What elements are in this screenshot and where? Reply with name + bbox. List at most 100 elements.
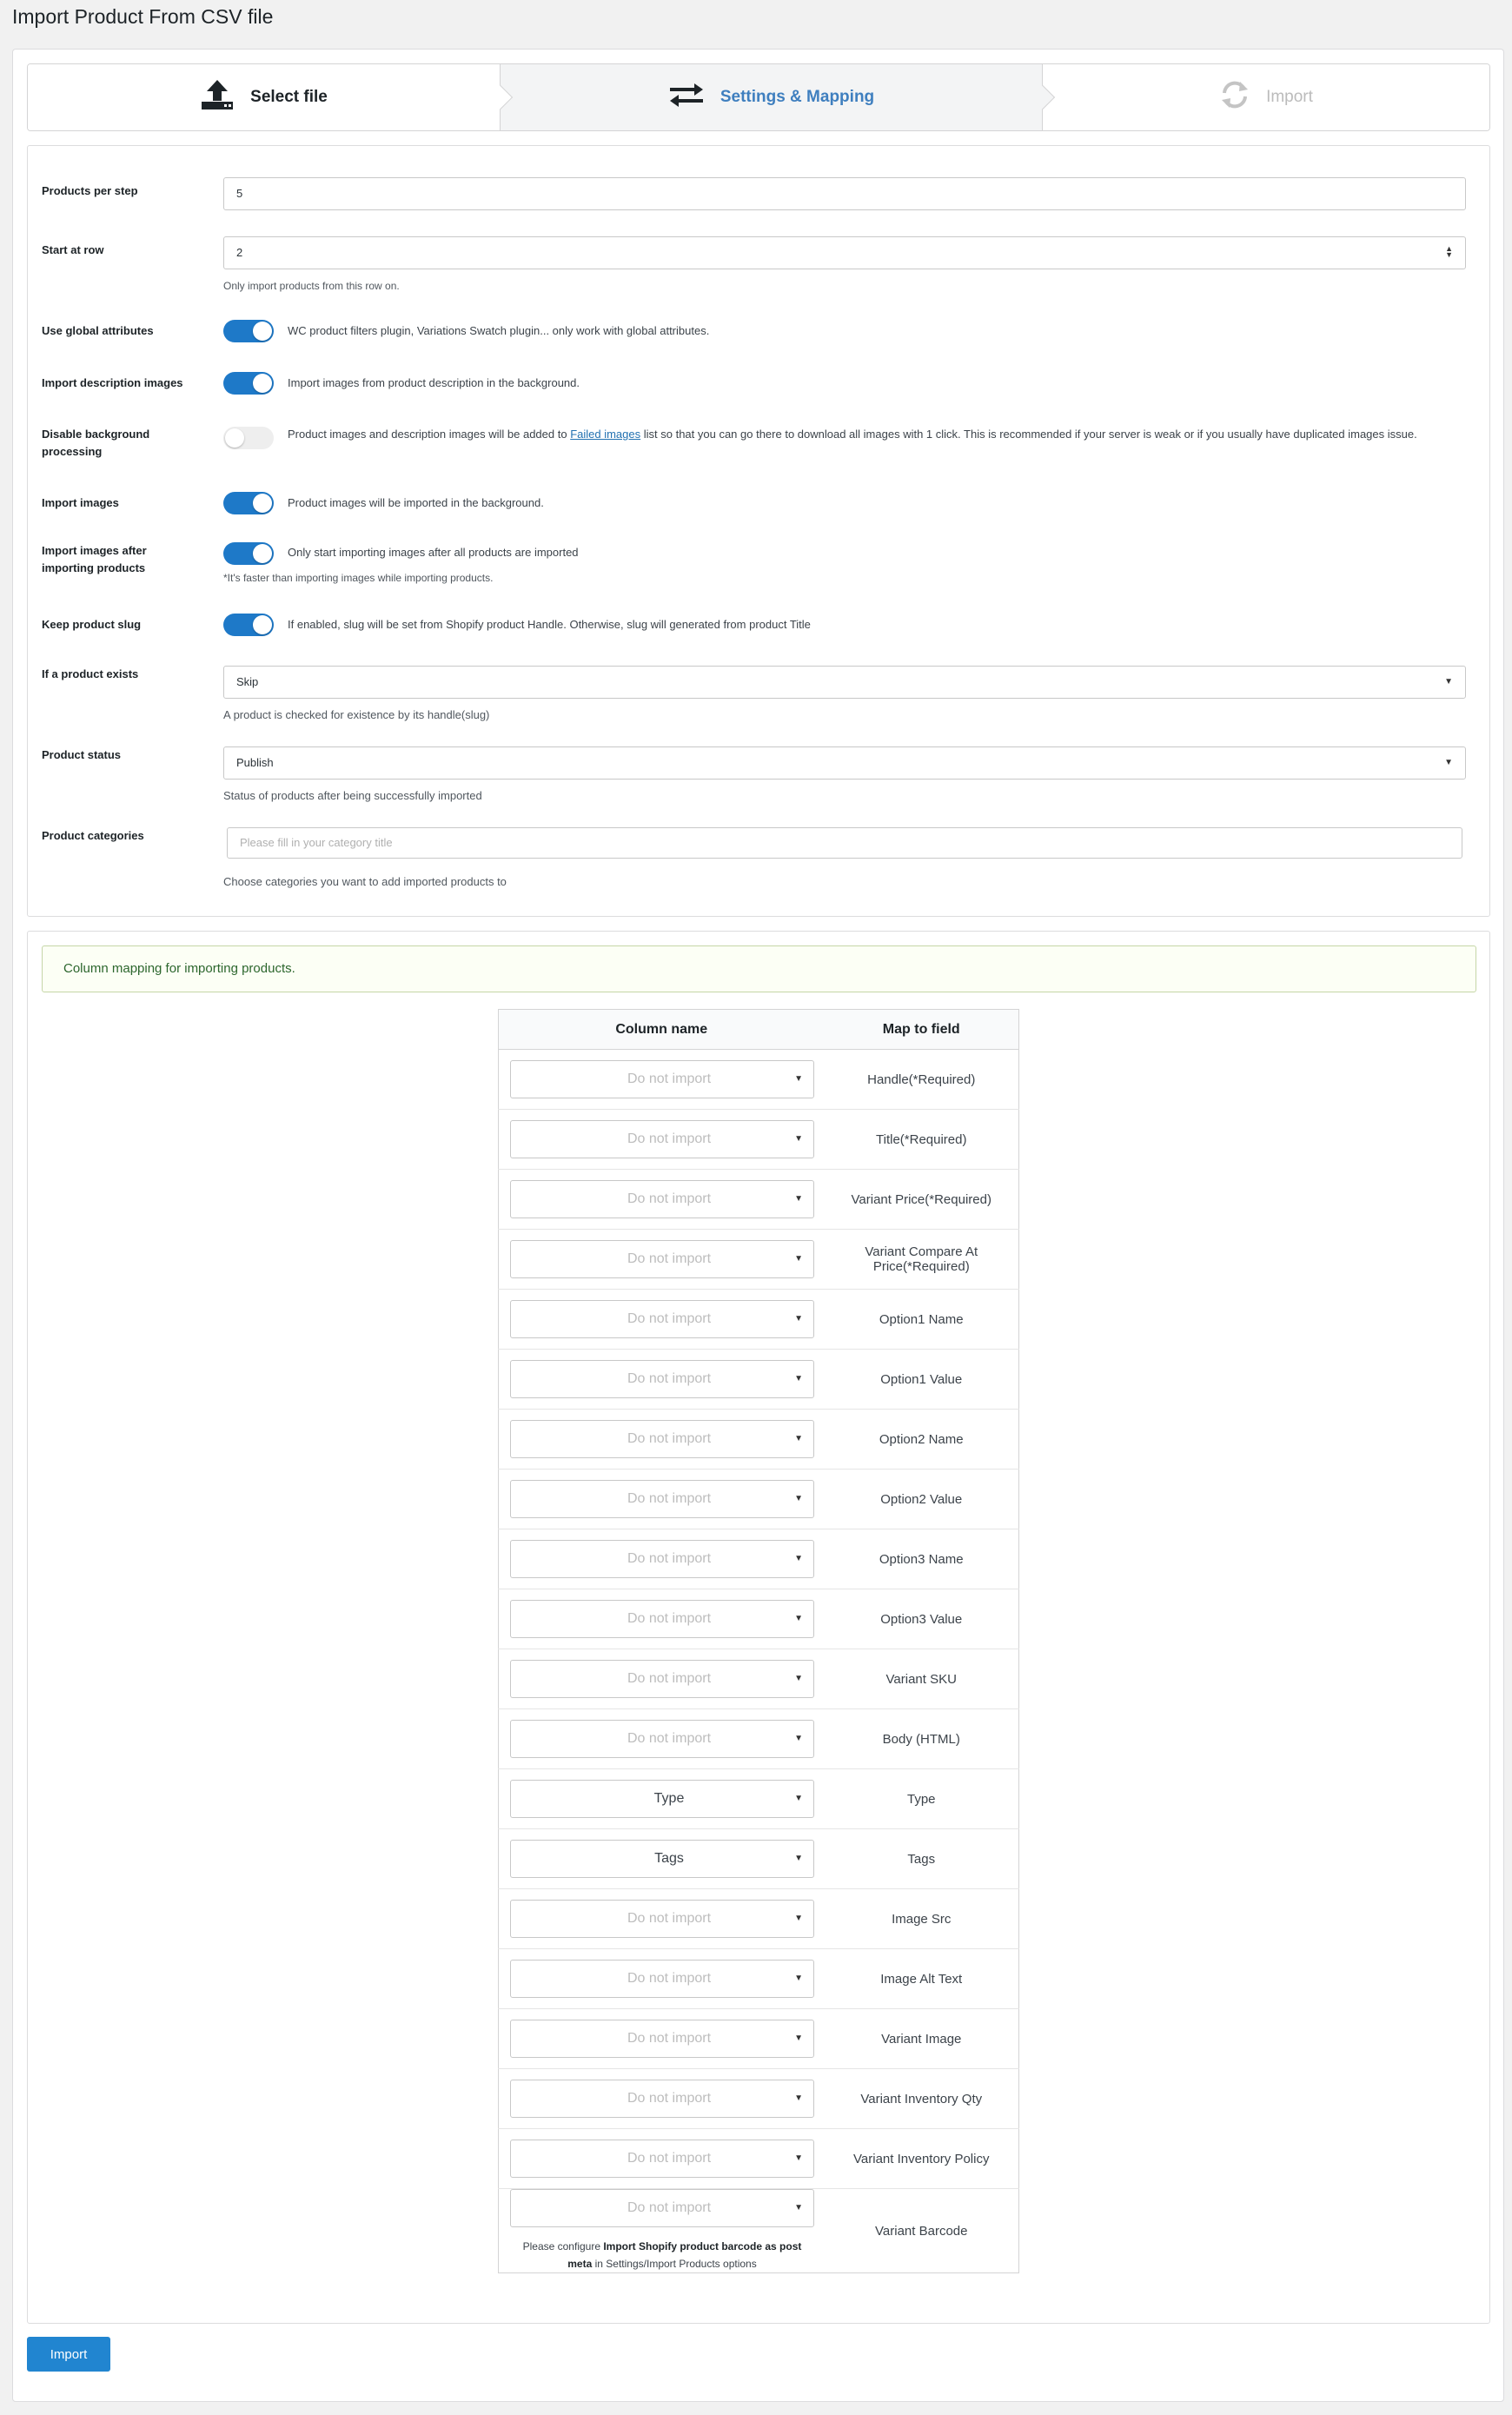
column-select[interactable]: Do not import ▼ [510, 1360, 814, 1398]
import-images-after-desc: Only start importing images after all pr… [288, 546, 579, 559]
caret-down-icon: ▼ [794, 1254, 803, 1264]
spinner-icon[interactable]: ▲ ▼ [1445, 245, 1453, 259]
column-select[interactable]: Do not import ▼ [510, 1960, 814, 1998]
table-row: Do not import ▼ Option2 Name [498, 1409, 1019, 1470]
caret-down-icon: ▼ [794, 1314, 803, 1324]
map-field-label: Variant Inventory Qty [824, 2068, 1019, 2129]
map-field-label: Image Src [824, 1888, 1019, 1949]
column-select-value: Do not import [627, 2200, 712, 2215]
import-images-toggle[interactable] [223, 492, 274, 514]
exchange-icon [668, 82, 705, 113]
table-row: Do not import ▼ Variant Inventory Policy [498, 2128, 1019, 2189]
table-row: Do not import ▼ Variant SKU [498, 1649, 1019, 1709]
map-field-label: Handle(*Required) [824, 1049, 1019, 1110]
column-name-header: Column name [498, 1009, 825, 1050]
caret-down-icon: ▼ [1444, 677, 1453, 687]
product-categories-desc: Choose categories you want to add import… [223, 875, 507, 888]
column-select-value: Do not import [627, 1251, 712, 1266]
step-import-label: Import [1266, 88, 1313, 106]
column-select[interactable]: Do not import ▼ [510, 1540, 814, 1578]
column-select[interactable]: Do not import ▼ [510, 1720, 814, 1758]
if-product-exists-select[interactable]: Skip ▼ [223, 666, 1466, 699]
column-select[interactable]: Do not import ▼ [510, 1060, 814, 1098]
caret-down-icon: ▼ [794, 1674, 803, 1683]
column-select-value: Do not import [627, 1131, 712, 1146]
failed-images-link[interactable]: Failed images [570, 428, 640, 441]
map-field-label: Title(*Required) [824, 1109, 1019, 1170]
step-settings-mapping-label: Settings & Mapping [720, 88, 875, 106]
keep-product-slug-toggle[interactable] [223, 614, 274, 636]
map-to-field-header: Map to field [824, 1009, 1019, 1050]
caret-down-icon: ▼ [794, 1194, 803, 1204]
column-select[interactable]: Do not import ▼ [510, 1660, 814, 1698]
use-global-attributes-desc: WC product filters plugin, Variations Sw… [288, 324, 710, 337]
column-select[interactable]: Do not import ▼ [510, 2140, 814, 2178]
import-description-images-toggle[interactable] [223, 372, 274, 395]
map-field-label: Body (HTML) [824, 1708, 1019, 1769]
map-field-label: Tags [824, 1828, 1019, 1889]
import-images-after-note: *It's faster than importing images while… [223, 572, 494, 584]
product-categories-label: Product categories [42, 829, 144, 842]
caret-down-icon: ▼ [794, 1794, 803, 1803]
caret-down-icon: ▼ [794, 1074, 803, 1084]
column-select-value: Do not import [627, 1971, 712, 1986]
column-select[interactable]: Do not import ▼ [510, 1240, 814, 1278]
map-field-label: Option3 Name [824, 1529, 1019, 1589]
column-select[interactable]: Do not import ▼ [510, 2020, 814, 2058]
keep-product-slug-desc: If enabled, slug will be set from Shopif… [288, 618, 811, 631]
column-select[interactable]: Do not import ▼ [510, 1300, 814, 1338]
mapping-message: Column mapping for importing products. [42, 945, 1476, 992]
table-row: Do not import ▼ Title(*Required) [498, 1109, 1019, 1170]
map-field-label: Variant Image [824, 2008, 1019, 2069]
column-select[interactable]: Type ▼ [510, 1780, 814, 1818]
table-row: Do not import ▼ Option1 Name [498, 1289, 1019, 1350]
column-select-value: Do not import [627, 1611, 712, 1626]
map-field-label: Variant Price(*Required) [824, 1169, 1019, 1230]
barcode-note: Please configure Import Shopify product … [522, 2240, 802, 2270]
column-select[interactable]: Do not import ▼ [510, 1480, 814, 1518]
column-select[interactable]: Do not import ▼ [510, 1420, 814, 1458]
start-at-row-desc: Only import products from this row on. [223, 280, 400, 292]
disable-background-processing-toggle[interactable] [223, 427, 274, 449]
settings-section: Products per step 5 Start at row 2 ▲ ▼ On… [27, 145, 1490, 917]
start-at-row-value: 2 [236, 246, 243, 259]
import-images-after-toggle[interactable] [223, 542, 274, 565]
column-select-value: Do not import [627, 1431, 712, 1446]
refresh-icon [1219, 79, 1250, 116]
step-settings-mapping[interactable]: Settings & Mapping [500, 64, 1056, 130]
caret-down-icon: ▼ [794, 1734, 803, 1743]
column-select-value: Tags [654, 1851, 684, 1866]
column-select[interactable]: Do not import ▼ [510, 1180, 814, 1218]
column-select[interactable]: Do not import ▼ [510, 2080, 814, 2118]
use-global-attributes-toggle[interactable] [223, 320, 274, 342]
if-product-exists-desc: A product is checked for existence by it… [223, 708, 490, 721]
column-select[interactable]: Do not import ▼ [510, 1600, 814, 1638]
column-select[interactable]: Do not import ▼ [510, 2189, 814, 2227]
column-select-value: Do not import [627, 1671, 712, 1686]
column-select[interactable]: Do not import ▼ [510, 1120, 814, 1158]
table-row: Do not import ▼ Variant Image [498, 2008, 1019, 2069]
table-row: Do not import ▼ Option1 Value [498, 1349, 1019, 1410]
column-select[interactable]: Do not import ▼ [510, 1900, 814, 1938]
table-row: Do not import ▼ Variant Price(*Required) [498, 1169, 1019, 1230]
table-row: Tags ▼ Tags [498, 1828, 1019, 1889]
product-categories-input[interactable]: Please fill in your category title [227, 827, 1462, 859]
caret-down-icon: ▼ [794, 1374, 803, 1383]
column-select-value: Do not import [627, 2031, 712, 2046]
table-row: Do not import ▼ Option3 Value [498, 1589, 1019, 1649]
import-images-after-label: Import images after importing products [42, 544, 147, 574]
caret-down-icon: ▼ [794, 2034, 803, 2043]
caret-down-icon: ▼ [794, 2093, 803, 2103]
products-per-step-input[interactable]: 5 [223, 177, 1466, 210]
column-select[interactable]: Tags ▼ [510, 1840, 814, 1878]
disable-background-processing-label: Disable background processing [42, 428, 150, 458]
step-select-file[interactable]: Select file [28, 64, 514, 130]
column-select-value: Do not import [627, 1911, 712, 1926]
product-status-select[interactable]: Publish ▼ [223, 746, 1466, 780]
column-select-value: Do not import [627, 1311, 712, 1326]
step-import[interactable]: Import [1043, 64, 1489, 130]
map-field-label: Option2 Value [824, 1469, 1019, 1529]
start-at-row-input[interactable]: 2 ▲ ▼ [223, 236, 1466, 269]
map-field-label: Type [824, 1768, 1019, 1829]
import-button[interactable]: Import [27, 2337, 110, 2372]
